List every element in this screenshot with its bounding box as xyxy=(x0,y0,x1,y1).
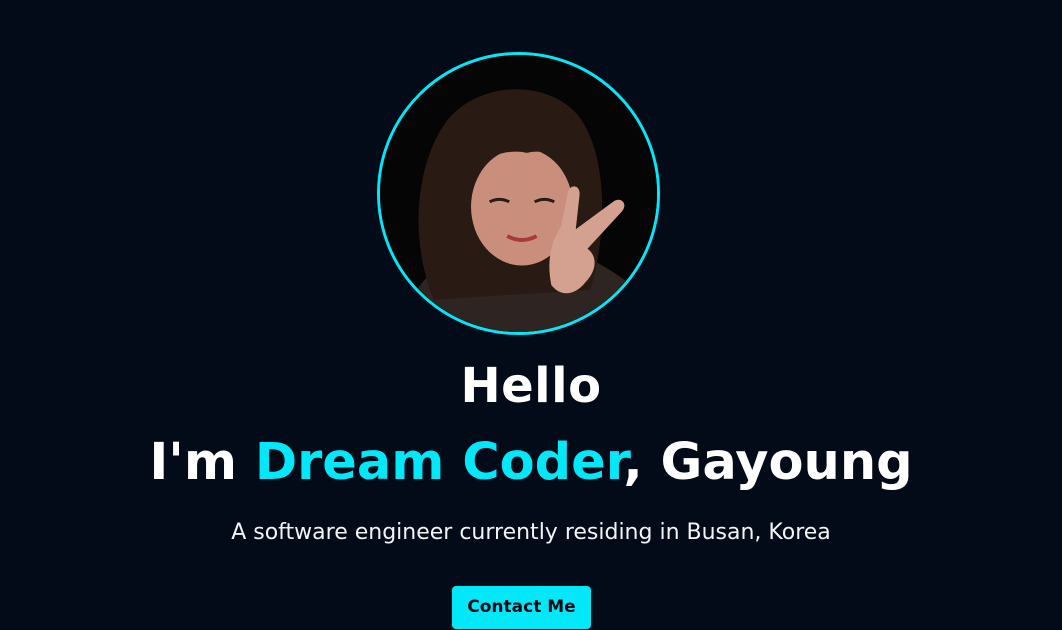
home-description: A software engineer currently residing i… xyxy=(231,520,831,545)
avatar-photo xyxy=(380,55,657,332)
intro-heading: I'm Dream Coder, Gayoung xyxy=(0,430,1062,496)
intro-suffix: , Gayoung xyxy=(623,433,913,492)
intro-highlight: Dream Coder xyxy=(254,433,624,492)
greeting-heading: Hello xyxy=(460,358,602,414)
intro-prefix: I'm xyxy=(149,433,255,492)
avatar xyxy=(377,52,660,335)
contact-me-button[interactable]: Contact Me xyxy=(452,586,591,629)
home-section: Hello I'm Dream Coder, Gayoung A softwar… xyxy=(0,0,1062,630)
